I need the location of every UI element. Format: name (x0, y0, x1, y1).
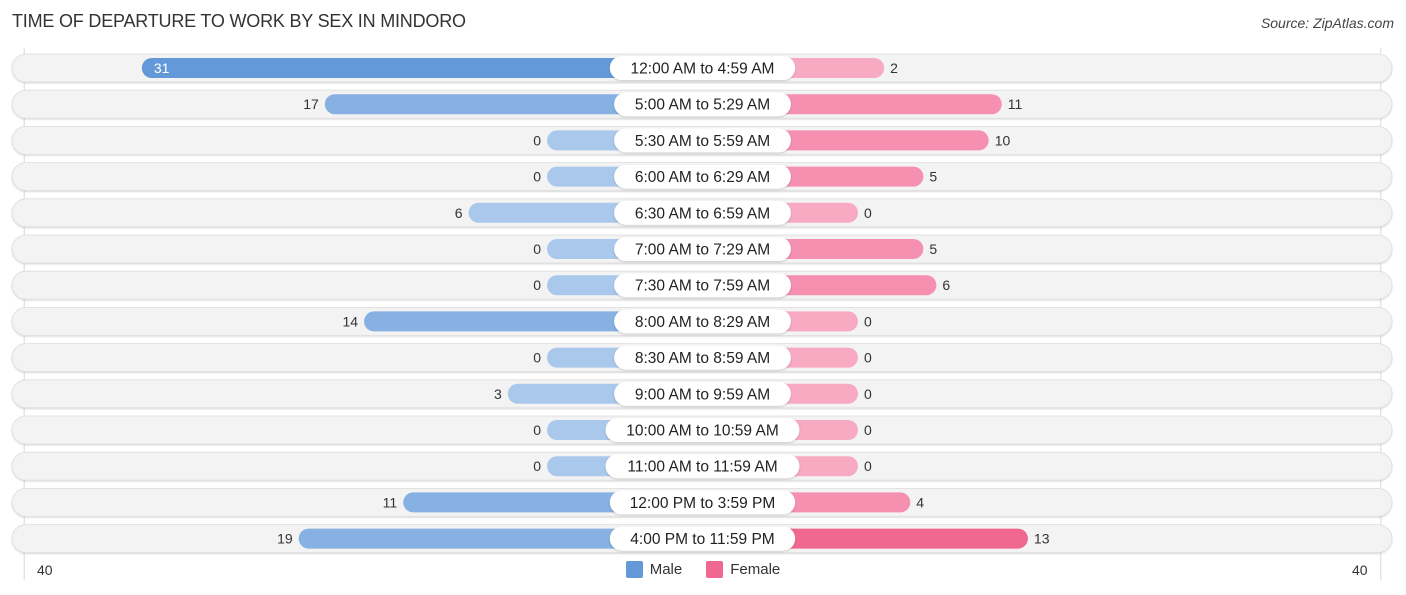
value-label-female: 10 (995, 132, 1011, 148)
chart-canvas: 31 2 12:00 AM to 4:59 AM 17 11 5:00 AM to 5:2… (11, 48, 1393, 580)
value-label-male: 0 (533, 241, 541, 257)
category-label: 8:00 AM to 8:29 AM (635, 314, 770, 331)
value-label-male: 3 (494, 386, 502, 402)
chart-row: 0 0 10:00 AM to 10:59 AM (11, 415, 1393, 445)
value-label-female: 0 (864, 458, 872, 474)
category-label: 8:30 AM to 8:59 AM (635, 350, 770, 367)
value-label-male: 0 (533, 132, 541, 148)
category-label: 11:00 AM to 11:59 AM (627, 459, 777, 476)
category-label: 12:00 AM to 4:59 AM (631, 61, 775, 78)
legend: Male Female (0, 561, 1406, 578)
value-label-female: 6 (942, 277, 950, 293)
legend-item-female[interactable]: Female (706, 561, 780, 578)
category-label: 12:00 PM to 3:59 PM (630, 495, 776, 512)
value-label-female: 4 (916, 494, 924, 510)
value-label-male: 0 (533, 422, 541, 438)
chart-rows: 31 2 12:00 AM to 4:59 AM 17 11 5:00 AM to 5:2… (11, 53, 1393, 553)
chart-row: 14 0 8:00 AM to 8:29 AM (11, 306, 1393, 336)
value-label-male: 0 (533, 169, 541, 185)
value-label-male: 6 (455, 205, 463, 221)
legend-swatch-male (625, 561, 643, 578)
value-label-female: 0 (864, 205, 872, 221)
category-label: 5:30 AM to 5:59 AM (635, 133, 770, 150)
value-label-male: 0 (533, 350, 541, 366)
legend-label-female: Female (730, 561, 781, 578)
value-label-male: 31 (154, 60, 170, 76)
value-label-male: 11 (383, 494, 398, 510)
value-label-male: 17 (303, 96, 319, 112)
chart-row: 31 2 12:00 AM to 4:59 AM (11, 53, 1393, 83)
value-label-male: 0 (533, 277, 541, 293)
legend-label-male: Male (649, 561, 683, 578)
chart-row: 0 5 7:00 AM to 7:29 AM (11, 234, 1393, 264)
chart-row: 0 0 11:00 AM to 11:59 AM (11, 451, 1393, 481)
category-label: 7:00 AM to 7:29 AM (635, 242, 770, 259)
value-label-female: 0 (864, 313, 872, 329)
chart-row: 17 11 5:00 AM to 5:29 AM (11, 89, 1393, 119)
value-label-female: 0 (864, 350, 872, 366)
category-label: 6:30 AM to 6:59 AM (635, 205, 770, 222)
chart-row: 0 5 6:00 AM to 6:29 AM (11, 162, 1393, 192)
chart-row: 3 0 9:00 AM to 9:59 AM (11, 379, 1393, 409)
value-label-female: 5 (929, 169, 937, 185)
value-label-male: 14 (342, 313, 358, 329)
category-label: 6:00 AM to 6:29 AM (635, 169, 770, 186)
category-label: 9:00 AM to 9:59 AM (635, 386, 770, 403)
chart-row: 6 0 6:30 AM to 6:59 AM (11, 198, 1393, 228)
legend-item-male[interactable]: Male (625, 561, 683, 578)
category-label: 4:00 PM to 11:59 PM (630, 531, 774, 548)
category-label: 10:00 AM to 10:59 AM (626, 423, 779, 440)
value-label-female: 0 (864, 386, 872, 402)
value-label-female: 0 (864, 422, 872, 438)
chart-row: 0 6 7:30 AM to 7:59 AM (11, 270, 1393, 300)
value-label-female: 11 (1008, 96, 1023, 112)
category-label: 7:30 AM to 7:59 AM (635, 278, 770, 295)
value-label-male: 19 (277, 531, 293, 547)
chart-row: 0 10 5:30 AM to 5:59 AM (11, 126, 1393, 155)
chart-row: 0 0 8:30 AM to 8:59 AM (11, 343, 1393, 373)
value-label-female: 5 (929, 241, 937, 257)
value-label-female: 13 (1034, 531, 1050, 547)
legend-swatch-female (706, 561, 724, 578)
value-label-male: 0 (533, 458, 541, 474)
category-label: 5:00 AM to 5:29 AM (635, 97, 770, 114)
chart-row: 19 13 4:00 PM to 11:59 PM (11, 524, 1393, 553)
chart-row: 11 4 12:00 PM to 3:59 PM (11, 487, 1393, 517)
value-label-female: 2 (890, 60, 898, 76)
